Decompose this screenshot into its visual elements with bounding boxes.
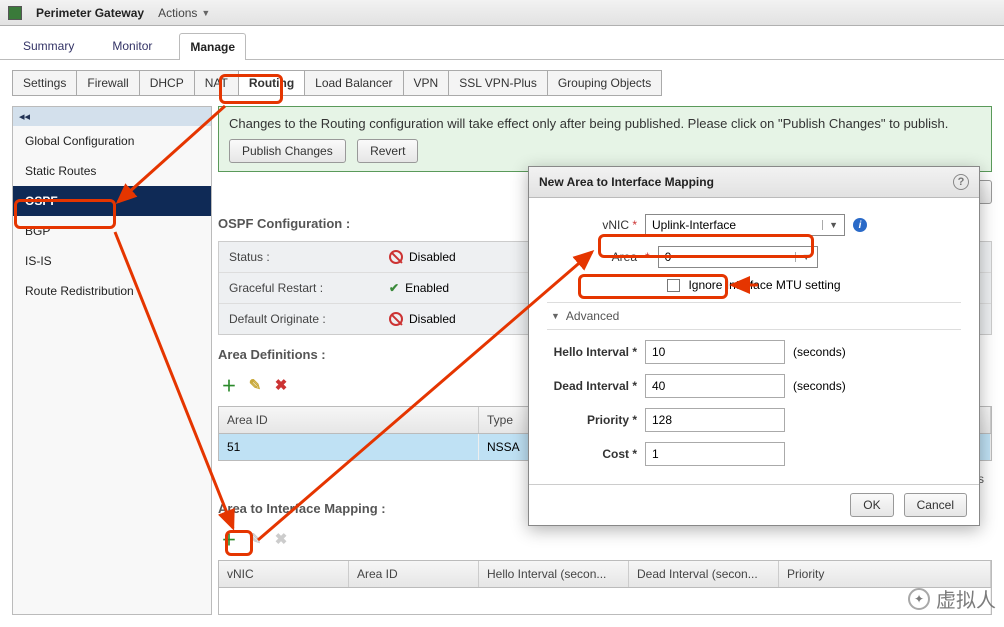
required-icon: * xyxy=(645,250,650,264)
col-area-id[interactable]: Area ID xyxy=(219,407,479,433)
status-value: Disabled xyxy=(409,250,456,264)
sidebar-item-ospf[interactable]: OSPF xyxy=(13,186,211,216)
ok-button[interactable]: OK xyxy=(850,493,893,517)
status-label: Status : xyxy=(219,242,379,272)
subtab-settings[interactable]: Settings xyxy=(12,70,77,96)
subtab-firewall[interactable]: Firewall xyxy=(77,70,139,96)
actions-menu[interactable]: Actions ▼ xyxy=(158,6,210,20)
subtab-routing[interactable]: Routing xyxy=(239,70,305,96)
subtab-sslvpn[interactable]: SSL VPN-Plus xyxy=(449,70,548,96)
required-icon: * xyxy=(632,218,637,232)
sidebar-item-static-routes[interactable]: Static Routes xyxy=(13,156,211,186)
help-icon[interactable]: ? xyxy=(953,174,969,190)
window-title: Perimeter Gateway xyxy=(36,6,144,20)
area-select[interactable]: 0 ▼ xyxy=(658,246,818,268)
default-orig-label: Default Originate : xyxy=(219,304,379,334)
aim-toolbar: ＋ ✎ ✖ xyxy=(218,526,992,552)
revert-button[interactable]: Revert xyxy=(357,139,418,163)
sidebar-item-isis[interactable]: IS-IS xyxy=(13,246,211,276)
dialog-title: New Area to Interface Mapping xyxy=(539,175,714,189)
aim-empty-row xyxy=(219,588,991,614)
ignore-mtu-checkbox[interactable] xyxy=(667,279,680,292)
delete-icon[interactable]: ✖ xyxy=(272,376,290,394)
advanced-label: Advanced xyxy=(566,309,619,323)
subtab-loadbalancer[interactable]: Load Balancer xyxy=(305,70,403,96)
window-titlebar: Perimeter Gateway Actions ▼ xyxy=(0,0,1004,26)
add-mapping-icon[interactable]: ＋ xyxy=(220,530,238,548)
dead-unit: (seconds) xyxy=(793,379,846,393)
chevron-down-icon: ▼ xyxy=(822,220,838,230)
subtab-nat[interactable]: NAT xyxy=(195,70,239,96)
enabled-icon: ✔ xyxy=(389,281,399,295)
col-dead[interactable]: Dead Interval (secon... xyxy=(629,561,779,587)
actions-label: Actions xyxy=(158,6,197,20)
graceful-value: Enabled xyxy=(405,281,449,295)
app-icon xyxy=(8,6,22,20)
disabled-icon xyxy=(389,312,403,326)
priority-input[interactable] xyxy=(645,408,785,432)
tab-manage[interactable]: Manage xyxy=(179,33,246,60)
cancel-button[interactable]: Cancel xyxy=(904,493,967,517)
col-vnic[interactable]: vNIC xyxy=(219,561,349,587)
col-areaid[interactable]: Area ID xyxy=(349,561,479,587)
cost-label: Cost * xyxy=(547,447,637,461)
cell-area-id: 51 xyxy=(219,434,479,460)
area-value: 0 xyxy=(665,250,672,264)
sidebar-item-route-redist[interactable]: Route Redistribution xyxy=(13,276,211,306)
watermark-text: 虚拟人 xyxy=(936,584,996,613)
subtab-vpn[interactable]: VPN xyxy=(404,70,450,96)
cost-input[interactable] xyxy=(645,442,785,466)
disabled-icon xyxy=(389,250,403,264)
tab-summary[interactable]: Summary xyxy=(12,32,85,59)
info-icon[interactable]: i xyxy=(853,218,867,232)
tab-monitor[interactable]: Monitor xyxy=(101,32,163,59)
routing-sidebar: ◂◂ Global Configuration Static Routes OS… xyxy=(12,106,212,615)
vnic-select[interactable]: Uplink-Interface ▼ xyxy=(645,214,845,236)
wechat-icon: ✦ xyxy=(908,588,930,610)
edit-mapping-icon: ✎ xyxy=(246,530,264,548)
dead-input[interactable] xyxy=(645,374,785,398)
triangle-down-icon: ▼ xyxy=(551,311,560,321)
new-mapping-dialog: New Area to Interface Mapping ? vNIC * U… xyxy=(528,166,980,526)
primary-tabstrip: Summary Monitor Manage xyxy=(0,26,1004,60)
priority-label: Priority * xyxy=(547,413,637,427)
publish-button[interactable]: Publish Changes xyxy=(229,139,346,163)
edit-icon[interactable]: ✎ xyxy=(246,376,264,394)
area-label: Area xyxy=(612,250,637,264)
hello-label: Hello Interval * xyxy=(547,345,637,359)
graceful-label: Graceful Restart : xyxy=(219,273,379,303)
sidebar-item-bgp[interactable]: BGP xyxy=(13,216,211,246)
add-icon[interactable]: ＋ xyxy=(220,376,238,394)
chevron-down-icon: ▼ xyxy=(795,252,811,262)
col-hello[interactable]: Hello Interval (secon... xyxy=(479,561,629,587)
dead-label: Dead Interval * xyxy=(547,379,637,393)
subtab-dhcp[interactable]: DHCP xyxy=(140,70,195,96)
hello-input[interactable] xyxy=(645,340,785,364)
sidebar-collapse[interactable]: ◂◂ xyxy=(13,107,211,126)
subtab-grouping[interactable]: Grouping Objects xyxy=(548,70,662,96)
chevron-down-icon: ▼ xyxy=(201,8,210,18)
default-orig-value: Disabled xyxy=(409,312,456,326)
vnic-value: Uplink-Interface xyxy=(652,218,736,232)
hello-unit: (seconds) xyxy=(793,345,846,359)
vnic-label: vNIC xyxy=(602,218,629,232)
banner-message: Changes to the Routing configuration wil… xyxy=(229,115,981,133)
subtab-strip: Settings Firewall DHCP NAT Routing Load … xyxy=(0,60,1004,106)
publish-banner: Changes to the Routing configuration wil… xyxy=(218,106,992,172)
advanced-toggle[interactable]: ▼ Advanced xyxy=(547,302,961,330)
sidebar-item-global[interactable]: Global Configuration xyxy=(13,126,211,156)
aim-grid: vNIC Area ID Hello Interval (secon... De… xyxy=(218,560,992,615)
delete-mapping-icon: ✖ xyxy=(272,530,290,548)
ignore-mtu-label: Ignore Interface MTU setting xyxy=(688,278,840,292)
watermark: ✦ 虚拟人 xyxy=(908,584,996,613)
